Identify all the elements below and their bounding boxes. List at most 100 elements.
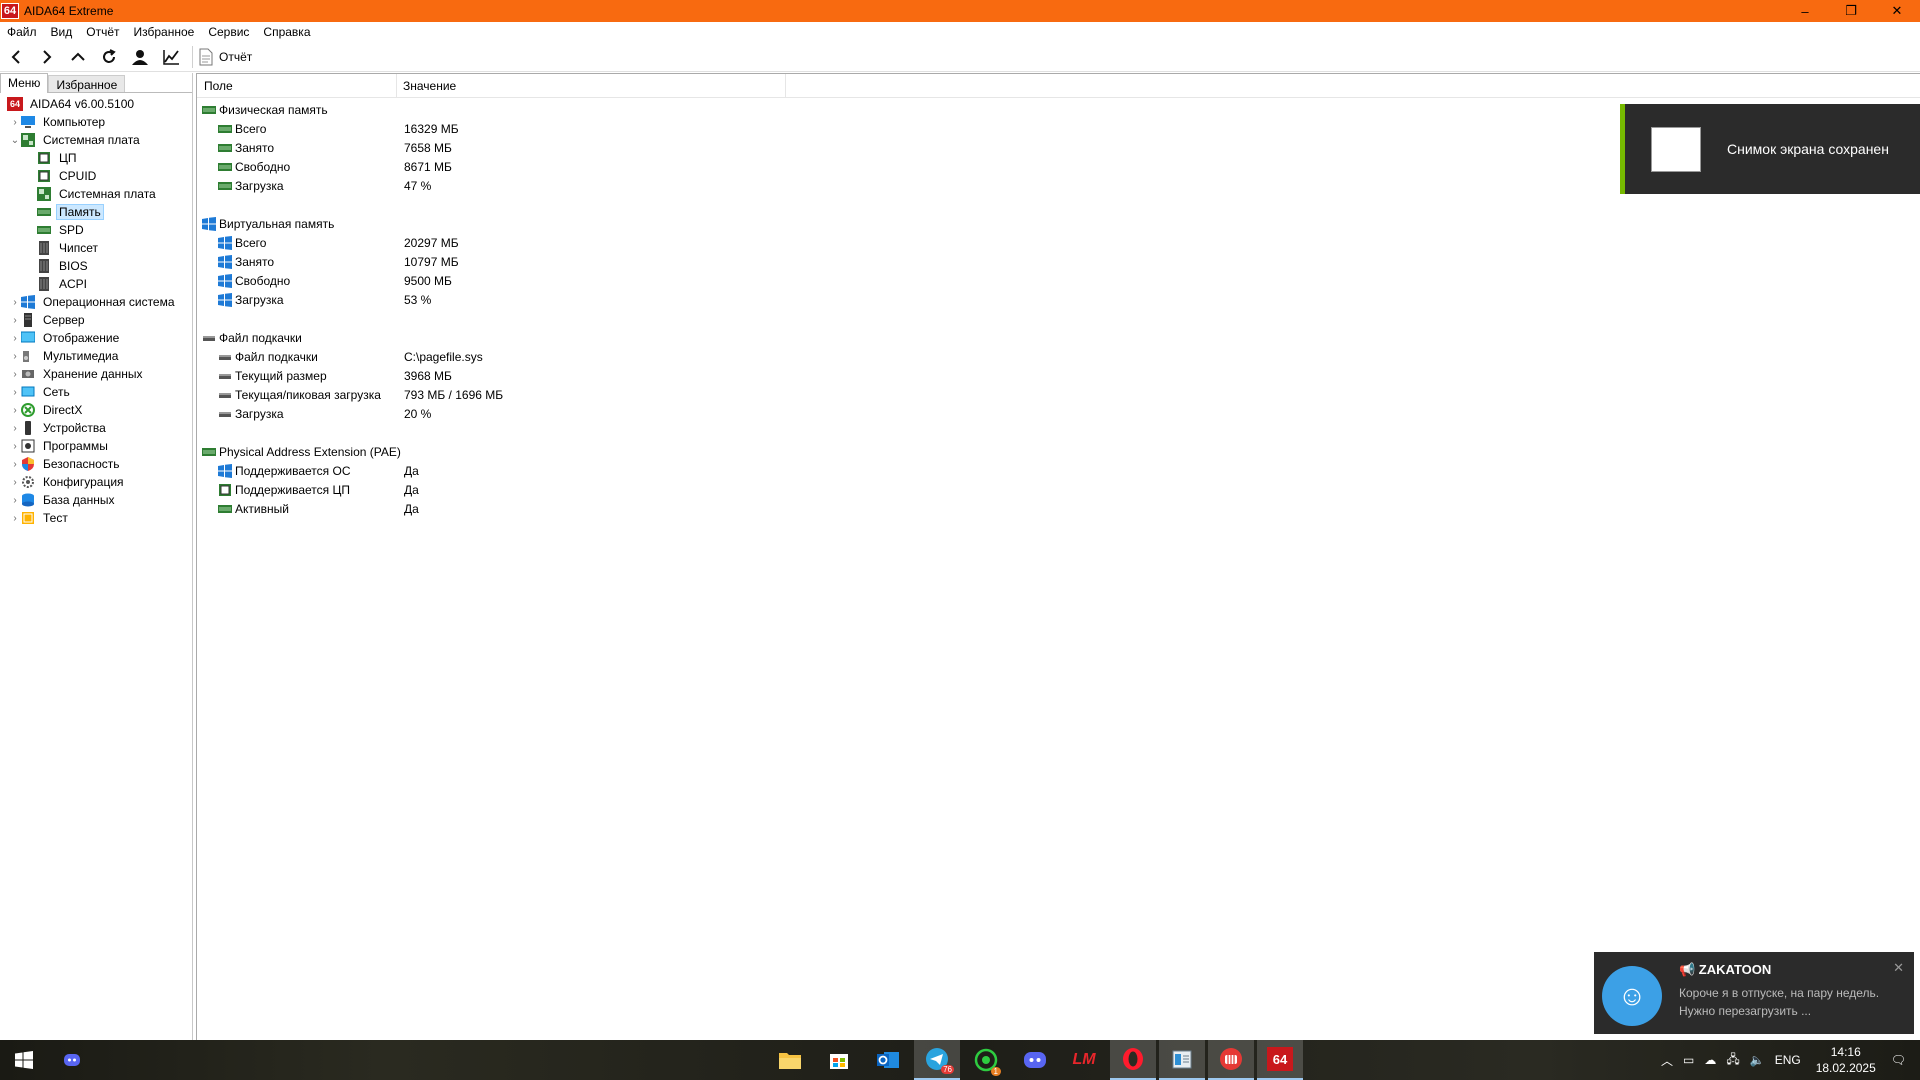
chevron-right-icon[interactable]: › <box>9 423 21 434</box>
tree-item[interactable]: › Сервер <box>0 311 192 329</box>
taskbar-telegram[interactable]: 76 <box>914 1040 960 1080</box>
chevron-right-icon[interactable]: › <box>9 405 21 416</box>
taskbar-opera[interactable] <box>1110 1040 1156 1080</box>
tree-item[interactable]: Системная плата <box>0 185 192 203</box>
onedrive-icon[interactable]: ☁ <box>1704 1053 1716 1067</box>
chevron-right-icon[interactable]: › <box>9 297 21 308</box>
tree-item[interactable]: › Программы <box>0 437 192 455</box>
network-icon[interactable]: 🖧 <box>1726 1050 1739 1071</box>
start-button[interactable] <box>0 1040 48 1080</box>
section-header-row[interactable]: Файл подкачки <box>197 328 1920 347</box>
menu-favorites[interactable]: Избранное <box>127 25 202 39</box>
meet-now-icon[interactable]: ▭ <box>1683 1053 1694 1067</box>
tree-item[interactable]: › Отображение <box>0 329 192 347</box>
chevron-right-icon[interactable]: › <box>9 315 21 326</box>
chart-button[interactable] <box>155 43 186 71</box>
chat-notification[interactable]: ☺ 📢 ZAKATOON Короче я в отпуске, на пару… <box>1594 952 1914 1034</box>
close-button[interactable]: ✕ <box>1874 0 1920 22</box>
minimize-button[interactable]: – <box>1782 0 1828 22</box>
field-cell: Виртуальная память <box>197 216 404 231</box>
taskbar-game-launcher[interactable] <box>1208 1040 1254 1080</box>
report-button[interactable]: Отчёт <box>199 48 252 66</box>
language-indicator[interactable]: ENG <box>1775 1053 1801 1067</box>
chevron-down-icon[interactable]: ⌄ <box>9 135 21 146</box>
tree-root[interactable]: 64 AIDA64 v6.00.5100 <box>0 95 192 113</box>
tree-item[interactable]: ЦП <box>0 149 192 167</box>
notification-message: Снимок экрана сохранен <box>1727 141 1889 157</box>
taskbar-store[interactable] <box>816 1040 862 1080</box>
chevron-right-icon[interactable]: › <box>9 441 21 452</box>
menu-report[interactable]: Отчёт <box>79 25 126 39</box>
taskbar-outlook[interactable] <box>865 1040 911 1080</box>
forward-button[interactable] <box>31 43 62 71</box>
table-row[interactable]: Активный Да <box>197 499 1920 518</box>
table-row[interactable]: Загрузка 20 % <box>197 404 1920 423</box>
table-row[interactable]: Свободно 9500 МБ <box>197 271 1920 290</box>
table-row[interactable]: Поддерживается ОС Да <box>197 461 1920 480</box>
maximize-button[interactable]: ❐ <box>1828 0 1874 22</box>
refresh-button[interactable] <box>93 43 124 71</box>
column-field-header[interactable]: Поле <box>197 74 397 97</box>
table-row[interactable]: Поддерживается ЦП Да <box>197 480 1920 499</box>
table-row[interactable]: Всего 20297 МБ <box>197 233 1920 252</box>
tree-item[interactable]: › Тест <box>0 509 192 527</box>
discord-tray-icon[interactable] <box>48 1040 96 1080</box>
table-row[interactable]: Загрузка 53 % <box>197 290 1920 309</box>
tree-item[interactable]: ACPI <box>0 275 192 293</box>
menu-view[interactable]: Вид <box>44 25 80 39</box>
chevron-right-icon[interactable]: › <box>9 351 21 362</box>
tree-item[interactable]: › DirectX <box>0 401 192 419</box>
table-row[interactable]: Текущая/пиковая загрузка 793 МБ / 1696 МБ <box>197 385 1920 404</box>
tree-item[interactable]: › Устройства <box>0 419 192 437</box>
show-hidden-icons-button[interactable]: ︿ <box>1661 1052 1673 1069</box>
tree-item[interactable]: SPD <box>0 221 192 239</box>
table-row[interactable]: Занято 10797 МБ <box>197 252 1920 271</box>
menu-service[interactable]: Сервис <box>201 25 256 39</box>
user-button[interactable] <box>124 43 155 71</box>
tab-menu[interactable]: Меню <box>0 73 49 93</box>
tree-item[interactable]: CPUID <box>0 167 192 185</box>
action-center-icon[interactable]: 🗨 <box>1891 1053 1906 1067</box>
table-row[interactable]: Файл подкачки C:\pagefile.sys <box>197 347 1920 366</box>
cpu-icon <box>37 169 51 183</box>
tree-item[interactable]: › Хранение данных <box>0 365 192 383</box>
chevron-right-icon[interactable]: › <box>9 369 21 380</box>
chevron-right-icon[interactable]: › <box>9 477 21 488</box>
tree-item[interactable]: › Конфигурация <box>0 473 192 491</box>
tree-item[interactable]: › Операционная система <box>0 293 192 311</box>
taskbar-notepad[interactable] <box>1159 1040 1205 1080</box>
taskbar-lm-studio[interactable]: LM <box>1061 1040 1107 1080</box>
clock[interactable]: 14:16 18.02.2025 <box>1816 1044 1876 1076</box>
up-button[interactable] <box>62 43 93 71</box>
table-row[interactable]: Текущий размер 3968 МБ <box>197 366 1920 385</box>
taskbar-aida64[interactable]: 64 <box>1257 1040 1303 1080</box>
chevron-right-icon[interactable]: › <box>9 333 21 344</box>
tree-item[interactable]: › Компьютер <box>0 113 192 131</box>
tree-item[interactable]: Чипсет <box>0 239 192 257</box>
taskbar-whatsapp[interactable]: 1 <box>963 1040 1009 1080</box>
tree-item[interactable]: › Безопасность <box>0 455 192 473</box>
chevron-right-icon[interactable]: › <box>9 387 21 398</box>
menu-help[interactable]: Справка <box>256 25 317 39</box>
tree-item[interactable]: ⌄ Системная плата <box>0 131 192 149</box>
menu-file[interactable]: Файл <box>0 25 44 39</box>
column-value-header[interactable]: Значение <box>397 74 786 97</box>
chevron-right-icon[interactable]: › <box>9 495 21 506</box>
section-header-row[interactable]: Physical Address Extension (PAE) <box>197 442 1920 461</box>
tree-item[interactable]: › Сеть <box>0 383 192 401</box>
tree-item[interactable]: Память <box>0 203 192 221</box>
chevron-right-icon[interactable]: › <box>9 117 21 128</box>
back-button[interactable] <box>0 43 31 71</box>
chevron-right-icon[interactable]: › <box>9 513 21 524</box>
chevron-right-icon[interactable]: › <box>9 459 21 470</box>
taskbar-discord[interactable] <box>1012 1040 1058 1080</box>
tab-favorites[interactable]: Избранное <box>48 75 126 92</box>
tree-item[interactable]: › База данных <box>0 491 192 509</box>
screenshot-saved-notification[interactable]: Снимок экрана сохранен <box>1620 104 1920 194</box>
close-icon[interactable]: ✕ <box>1893 960 1904 976</box>
tree-item[interactable]: BIOS <box>0 257 192 275</box>
volume-icon[interactable]: 🔈 <box>1750 1053 1765 1067</box>
tree-item[interactable]: › Мультимедиа <box>0 347 192 365</box>
taskbar-file-explorer[interactable] <box>767 1040 813 1080</box>
section-header-row[interactable]: Виртуальная память <box>197 214 1920 233</box>
